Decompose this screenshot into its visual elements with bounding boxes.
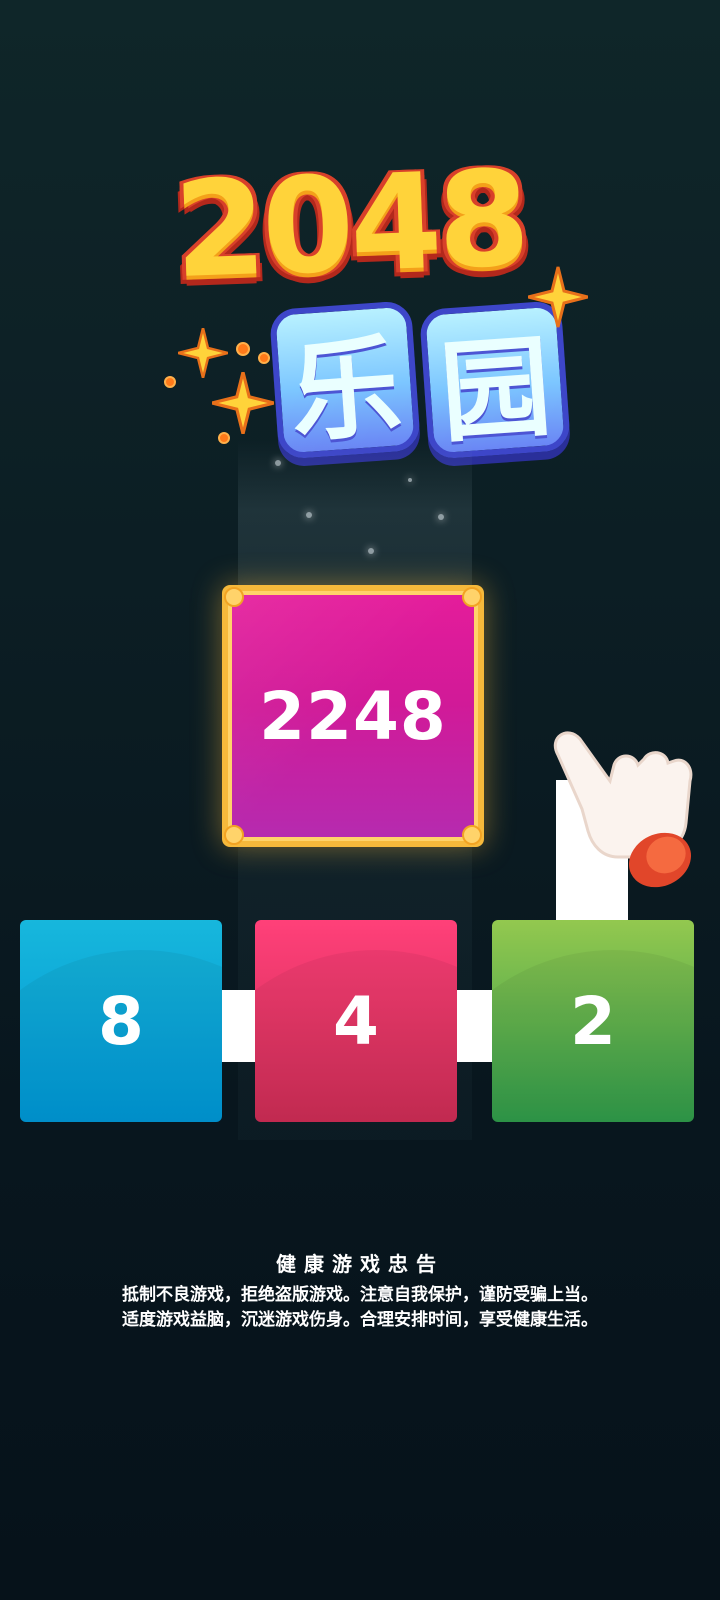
- sparkle-icon: [212, 372, 274, 434]
- sparkle-dot: [218, 432, 230, 444]
- logo-number: 2048: [171, 141, 529, 309]
- splash-screen: 2048 乐 园 2248 8 4 2 健康游戏忠告 抵制不良游戏，拒绝盗版游戏…: [0, 0, 720, 1600]
- logo-char-le: 乐: [268, 300, 422, 460]
- corner-gem: [462, 825, 482, 845]
- particle: [368, 548, 374, 554]
- logo-title: 乐 园: [268, 300, 572, 460]
- corner-gem: [224, 825, 244, 845]
- corner-gem: [462, 587, 482, 607]
- sparkle-dot: [258, 352, 270, 364]
- tile-2[interactable]: 2: [492, 920, 694, 1122]
- health-notice: 健康游戏忠告 抵制不良游戏，拒绝盗版游戏。注意自我保护，谨防受骗上当。 适度游戏…: [0, 1248, 720, 1333]
- tile-connector: [220, 990, 256, 1062]
- tile-8[interactable]: 8: [20, 920, 222, 1122]
- notice-line-1: 抵制不良游戏，拒绝盗版游戏。注意自我保护，谨防受骗上当。: [122, 1285, 598, 1305]
- particle: [275, 460, 281, 466]
- tile-connector: [456, 990, 493, 1062]
- tile-value: 4: [333, 982, 379, 1060]
- sparkle-icon: [528, 262, 588, 332]
- particle: [438, 514, 444, 520]
- tile-4[interactable]: 4: [255, 920, 457, 1122]
- particle: [306, 512, 312, 518]
- notice-title: 健康游戏忠告: [276, 1252, 444, 1276]
- tile-value: 2: [570, 982, 616, 1060]
- sparkle-icon: [178, 328, 228, 378]
- tile-value: 8: [98, 982, 144, 1060]
- pointing-hand-icon: [548, 725, 698, 890]
- particle: [408, 478, 412, 482]
- sparkle-dot: [164, 376, 176, 388]
- corner-gem: [224, 587, 244, 607]
- notice-line-2: 适度游戏益脑，沉迷游戏伤身。合理安排时间，享受健康生活。: [122, 1310, 598, 1330]
- sparkle-dot: [236, 342, 250, 356]
- merged-tile: 2248: [222, 585, 484, 847]
- merged-tile-value: 2248: [259, 677, 447, 755]
